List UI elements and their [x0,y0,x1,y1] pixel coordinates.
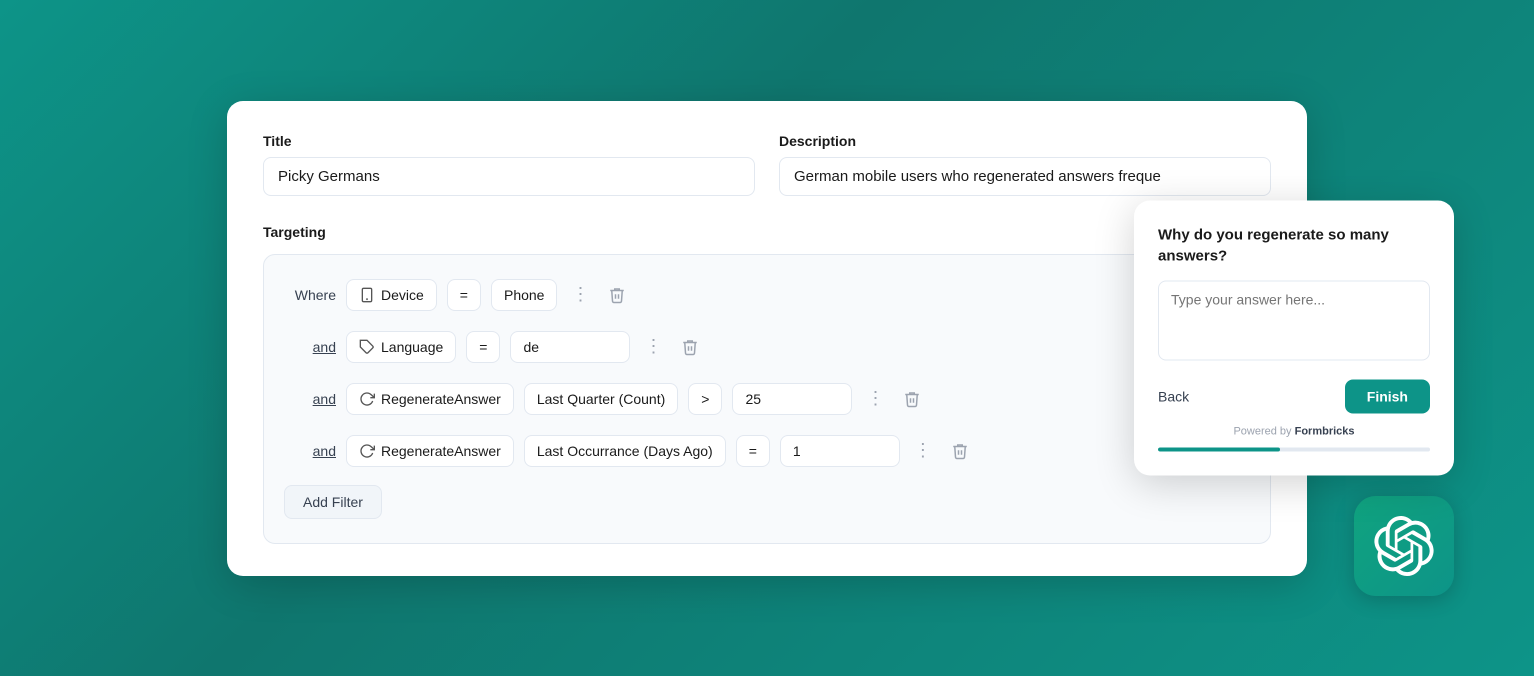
more-options-btn-4[interactable]: ⋮ [910,436,937,465]
targeting-box: Where Device = Phone ⋮ [263,254,1271,544]
regenerate-icon-2 [359,443,375,459]
regenerate-icon-1 [359,391,375,407]
operator-eq-1[interactable]: = [447,279,481,311]
count-value-chip[interactable]: 25 [732,383,852,415]
title-field-group: Title [263,133,755,196]
filter-row: and Language = de ⋮ [284,331,1250,363]
delete-btn-3[interactable] [899,386,925,412]
row-prefix-and-3[interactable]: and [284,443,336,459]
more-options-btn-1[interactable]: ⋮ [567,280,594,309]
preview-actions: Back Finish [1158,380,1430,414]
form-header: Title Description [263,133,1271,196]
more-options-btn-2[interactable]: ⋮ [640,332,667,361]
device-chip[interactable]: Device [346,279,437,311]
filter-row: Where Device = Phone ⋮ [284,279,1250,311]
description-field-group: Description [779,133,1271,196]
language-chip[interactable]: Language [346,331,456,363]
last-occurrence-chip[interactable]: Last Occurrance (Days Ago) [524,435,726,467]
targeting-section: Targeting Where Device = Phone ⋮ [263,224,1271,544]
regenerate-chip-2[interactable]: RegenerateAnswer [346,435,514,467]
row-prefix-where: Where [284,287,336,303]
powered-by: Powered by Formbricks [1158,426,1430,438]
title-input[interactable] [263,157,755,196]
row-prefix-and-2[interactable]: and [284,391,336,407]
language-value-chip[interactable]: de [510,331,630,363]
operator-eq-4[interactable]: = [736,435,770,467]
preview-textarea[interactable] [1158,281,1430,361]
last-quarter-chip[interactable]: Last Quarter (Count) [524,383,678,415]
progress-fill [1158,448,1280,452]
finish-button[interactable]: Finish [1345,380,1430,414]
openai-icon [1374,516,1434,576]
add-filter-button[interactable]: Add Filter [284,485,382,519]
language-icon [359,339,375,355]
openai-badge [1354,496,1454,596]
more-options-btn-3[interactable]: ⋮ [862,384,889,413]
targeting-label: Targeting [263,224,1271,240]
delete-btn-1[interactable] [604,282,630,308]
back-button[interactable]: Back [1158,389,1189,405]
days-value-chip[interactable]: 1 [780,435,900,467]
preview-question: Why do you regenerate so many answers? [1158,225,1430,267]
preview-card: Why do you regenerate so many answers? B… [1134,201,1454,476]
description-input[interactable] [779,157,1271,196]
delete-btn-4[interactable] [947,438,973,464]
operator-eq-2[interactable]: = [466,331,500,363]
description-label: Description [779,133,1271,149]
row-prefix-and-1[interactable]: and [284,339,336,355]
delete-btn-2[interactable] [677,334,703,360]
operator-gt[interactable]: > [688,383,722,415]
phone-chip[interactable]: Phone [491,279,557,311]
filter-row: and RegenerateAnswer Last Quarter (Count… [284,383,1250,415]
title-label: Title [263,133,755,149]
regenerate-chip-1[interactable]: RegenerateAnswer [346,383,514,415]
filter-row: and RegenerateAnswer Last Occurrance (Da… [284,435,1250,467]
progress-bar [1158,448,1430,452]
brand-name: Formbricks [1295,426,1355,438]
device-icon [359,287,375,303]
